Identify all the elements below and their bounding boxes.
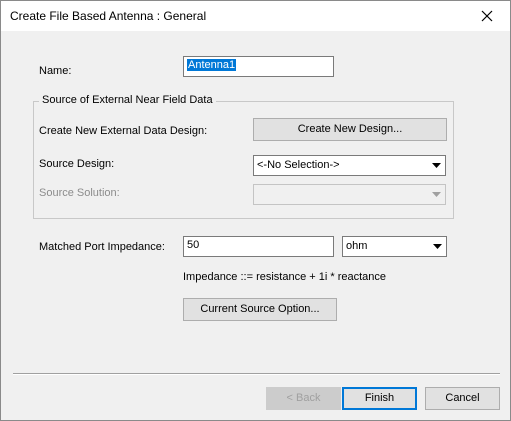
back-button[interactable]: < Back xyxy=(266,387,341,410)
create-new-label: Create New External Data Design: xyxy=(39,125,208,137)
source-solution-dropdown-arrow[interactable] xyxy=(428,185,445,204)
footer-separator xyxy=(13,373,500,375)
source-design-value: <-No Selection-> xyxy=(257,159,340,171)
impedance-hint: Impedance ::= resistance + 1i * reactanc… xyxy=(183,271,387,283)
name-input[interactable]: Antenna1 xyxy=(183,56,334,77)
source-design-select[interactable]: <-No Selection-> xyxy=(253,155,446,176)
source-solution-select[interactable] xyxy=(253,184,446,205)
impedance-input-value: 50 xyxy=(187,239,200,251)
impedance-label: Matched Port Impedance: xyxy=(39,241,165,253)
create-new-design-button[interactable]: Create New Design... xyxy=(253,118,447,141)
current-source-option-button[interactable]: Current Source Option... xyxy=(183,298,337,321)
impedance-unit-value: ohm xyxy=(346,240,368,252)
title-bar[interactable]: Create File Based Antenna : General xyxy=(1,1,510,31)
impedance-unit-dropdown-arrow[interactable] xyxy=(429,237,446,256)
dialog-window: Create File Based Antenna : General Name… xyxy=(0,0,511,421)
close-button[interactable] xyxy=(466,1,510,31)
window-title: Create File Based Antenna : General xyxy=(10,9,207,23)
name-label: Name: xyxy=(39,65,72,77)
group-title: Source of External Near Field Data xyxy=(39,94,216,106)
name-input-value: Antenna1 xyxy=(187,59,237,71)
cancel-button[interactable]: Cancel xyxy=(425,387,500,410)
chevron-down-icon xyxy=(432,163,441,168)
source-design-dropdown-arrow[interactable] xyxy=(428,156,445,175)
source-design-label: Source Design: xyxy=(39,158,115,170)
finish-button[interactable]: Finish xyxy=(342,387,417,410)
source-solution-label: Source Solution: xyxy=(39,187,120,199)
chevron-down-icon xyxy=(432,192,441,197)
impedance-input[interactable]: 50 xyxy=(183,236,334,257)
impedance-unit-select[interactable]: ohm xyxy=(342,236,447,257)
close-icon xyxy=(481,10,493,22)
chevron-down-icon xyxy=(433,244,442,249)
